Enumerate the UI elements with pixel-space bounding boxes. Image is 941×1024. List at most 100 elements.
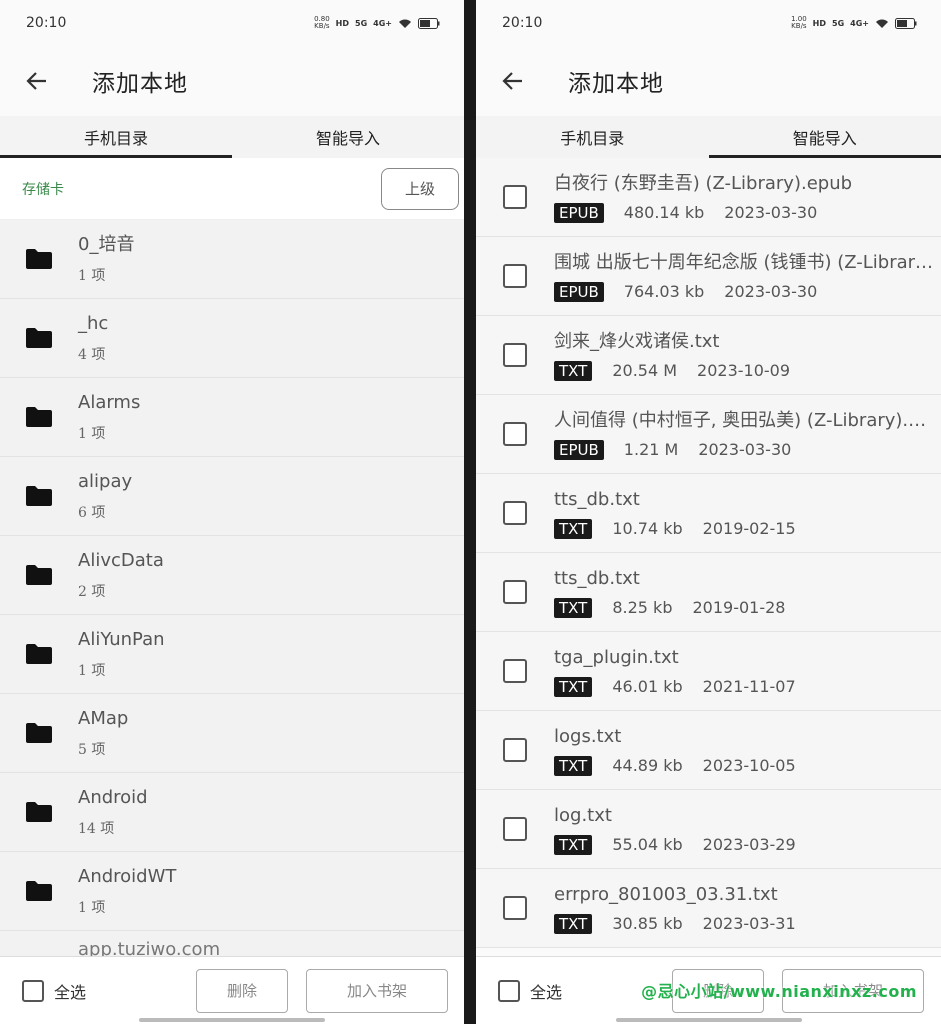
file-type-badge: TXT [554, 834, 593, 855]
file-item[interactable]: 围城 出版七十周年纪念版 (钱锺书) (Z-Library).epub EPUB 7… [476, 237, 941, 316]
path-breadcrumb[interactable]: 存储卡 [22, 179, 64, 199]
path-row: 存储卡 上级 [0, 158, 464, 220]
file-item[interactable]: tga_plugin.txt TXT 46.01 kb 2021-11-07 [476, 632, 941, 711]
file-checkbox-wrap [476, 580, 554, 604]
file-checkbox[interactable] [503, 501, 527, 525]
folder-item[interactable]: Alarms 1 项 [0, 378, 464, 457]
select-all-checkbox[interactable] [498, 979, 520, 1002]
folder-text: Alarms 1 项 [78, 391, 140, 443]
tab-smart-import[interactable]: 智能导入 [232, 116, 464, 158]
file-checkbox-wrap [476, 817, 554, 841]
folder-text: alipay 6 项 [78, 470, 132, 522]
file-item[interactable]: tts_db.txt TXT 8.25 kb 2019-01-28 [476, 553, 941, 632]
folder-name: AndroidWT [78, 866, 177, 887]
file-size: 764.03 kb [623, 282, 705, 301]
up-level-button[interactable]: 上级 [381, 167, 459, 210]
status-time: 20:10 [26, 15, 67, 31]
page-title: 添加本地 [92, 71, 188, 97]
select-all-toggle[interactable]: 全选 [22, 979, 86, 1003]
file-type-badge: TXT [554, 360, 593, 381]
folder-name: AlivcData [78, 550, 164, 571]
file-checkbox-wrap [476, 185, 554, 209]
file-date: 2023-03-29 [702, 835, 796, 854]
select-all-toggle[interactable]: 全选 [498, 979, 562, 1003]
folder-text: AlivcData 2 项 [78, 549, 164, 601]
folder-name: AliYunPan [78, 629, 165, 650]
file-text: 人间值得 (中村恒子, 奥田弘美) (Z-Library).epub EPUB 1.… [554, 409, 941, 460]
tab-phone-directory[interactable]: 手机目录 [476, 116, 709, 158]
file-meta: TXT 44.89 kb 2023-10-05 [554, 755, 941, 776]
file-checkbox[interactable] [503, 817, 527, 841]
add-to-shelf-button[interactable]: 加入书架 [306, 968, 449, 1013]
file-name: tts_db.txt [554, 488, 640, 510]
file-checkbox[interactable] [503, 185, 527, 209]
file-date: 2023-03-30 [724, 282, 818, 301]
net-speed: 0.80 KB/s [314, 15, 330, 30]
file-type-badge: TXT [554, 755, 593, 776]
file-name: log.txt [554, 804, 612, 826]
folder-text: _hc 4 项 [78, 312, 108, 364]
file-checkbox[interactable] [503, 659, 527, 683]
file-item[interactable]: logs.txt TXT 44.89 kb 2023-10-05 [476, 711, 941, 790]
tab-smart-import[interactable]: 智能导入 [708, 116, 941, 158]
folder-item[interactable]: alipay 6 项 [0, 457, 464, 536]
folder-item[interactable]: AliYunPan 1 项 [0, 615, 464, 694]
file-item[interactable]: tts_db.txt TXT 10.74 kb 2019-02-15 [476, 474, 941, 553]
file-item[interactable]: 人间值得 (中村恒子, 奥田弘美) (Z-Library).epub EPUB 1.… [476, 395, 941, 474]
status-bar: 20:10 1.00 KB/s HD 5G 4G+ [476, 0, 941, 46]
file-checkbox-wrap [476, 659, 554, 683]
file-checkbox[interactable] [503, 896, 527, 920]
app-bar: 添加本地 [0, 46, 464, 116]
file-text: log.txt TXT 55.04 kb 2023-03-29 [554, 804, 941, 855]
file-checkbox-wrap [476, 264, 554, 288]
file-text: tts_db.txt TXT 10.74 kb 2019-02-15 [554, 488, 941, 539]
file-name: 人间值得 (中村恒子, 奥田弘美) (Z-Library).epub [554, 409, 941, 431]
file-type-badge: TXT [554, 913, 593, 934]
file-text: logs.txt TXT 44.89 kb 2023-10-05 [554, 725, 941, 776]
file-date: 2023-10-05 [702, 756, 796, 775]
folder-icon [0, 880, 78, 902]
tab-phone-directory[interactable]: 手机目录 [0, 116, 232, 158]
folder-text: AMap 5 项 [78, 707, 128, 759]
select-all-checkbox[interactable] [22, 979, 44, 1002]
status-icons: 1.00 KB/s HD 5G 4G+ [791, 16, 917, 30]
folder-count: 4 项 [78, 347, 106, 363]
file-item[interactable]: errpro_801003_03.31.txt TXT 30.85 kb 2023-0… [476, 869, 941, 948]
folder-item[interactable]: AndroidWT 1 项 [0, 852, 464, 931]
file-item[interactable]: 白夜行 (东野圭吾) (Z-Library).epub EPUB 480.14 kb… [476, 158, 941, 237]
file-checkbox[interactable] [503, 343, 527, 367]
file-checkbox[interactable] [503, 422, 527, 446]
file-size: 8.25 kb [612, 598, 673, 617]
folder-item[interactable]: Android 14 项 [0, 773, 464, 852]
file-checkbox-wrap [476, 738, 554, 762]
right-screen: 20:10 1.00 KB/s HD 5G 4G+ 添加本地 手机目录 智能导入… [476, 0, 941, 1024]
file-checkbox[interactable] [503, 738, 527, 762]
folder-count: 5 项 [78, 742, 106, 758]
left-screen: 20:10 0.80 KB/s HD 5G 4G+ 添加本地 手机目录 智能导入… [0, 0, 464, 1024]
folder-item[interactable]: _hc 4 项 [0, 299, 464, 378]
folder-count: 2 项 [78, 584, 106, 600]
folder-icon [0, 722, 78, 744]
file-item[interactable]: 剑来_烽火戏诸侯.txt TXT 20.54 M 2023-10-09 [476, 316, 941, 395]
folder-text: AndroidWT 1 项 [78, 865, 176, 917]
back-arrow-icon[interactable] [22, 66, 52, 96]
delete-button[interactable]: 删除 [196, 968, 289, 1013]
file-meta: TXT 46.01 kb 2021-11-07 [554, 676, 941, 697]
folder-name: Alarms [78, 392, 141, 413]
net-speed: 1.00 KB/s [791, 15, 807, 30]
watermark: @忌心小站/www.nianxinxz.com [641, 982, 917, 1001]
signal-5g-icon: 5G [832, 18, 845, 28]
folder-icon [0, 327, 78, 349]
file-date: 2023-10-09 [697, 361, 791, 380]
folder-item[interactable]: AlivcData 2 项 [0, 536, 464, 615]
back-arrow-icon[interactable] [498, 66, 528, 96]
home-indicator [615, 1018, 802, 1022]
file-checkbox[interactable] [503, 264, 527, 288]
folder-item[interactable]: 0_培音 1 项 [0, 220, 464, 299]
file-name: tts_db.txt [554, 567, 640, 589]
file-item[interactable]: log.txt TXT 55.04 kb 2023-03-29 [476, 790, 941, 869]
folder-count: 1 项 [78, 900, 106, 916]
file-checkbox[interactable] [503, 580, 527, 604]
file-meta: TXT 10.74 kb 2019-02-15 [554, 518, 941, 539]
folder-item[interactable]: AMap 5 项 [0, 694, 464, 773]
